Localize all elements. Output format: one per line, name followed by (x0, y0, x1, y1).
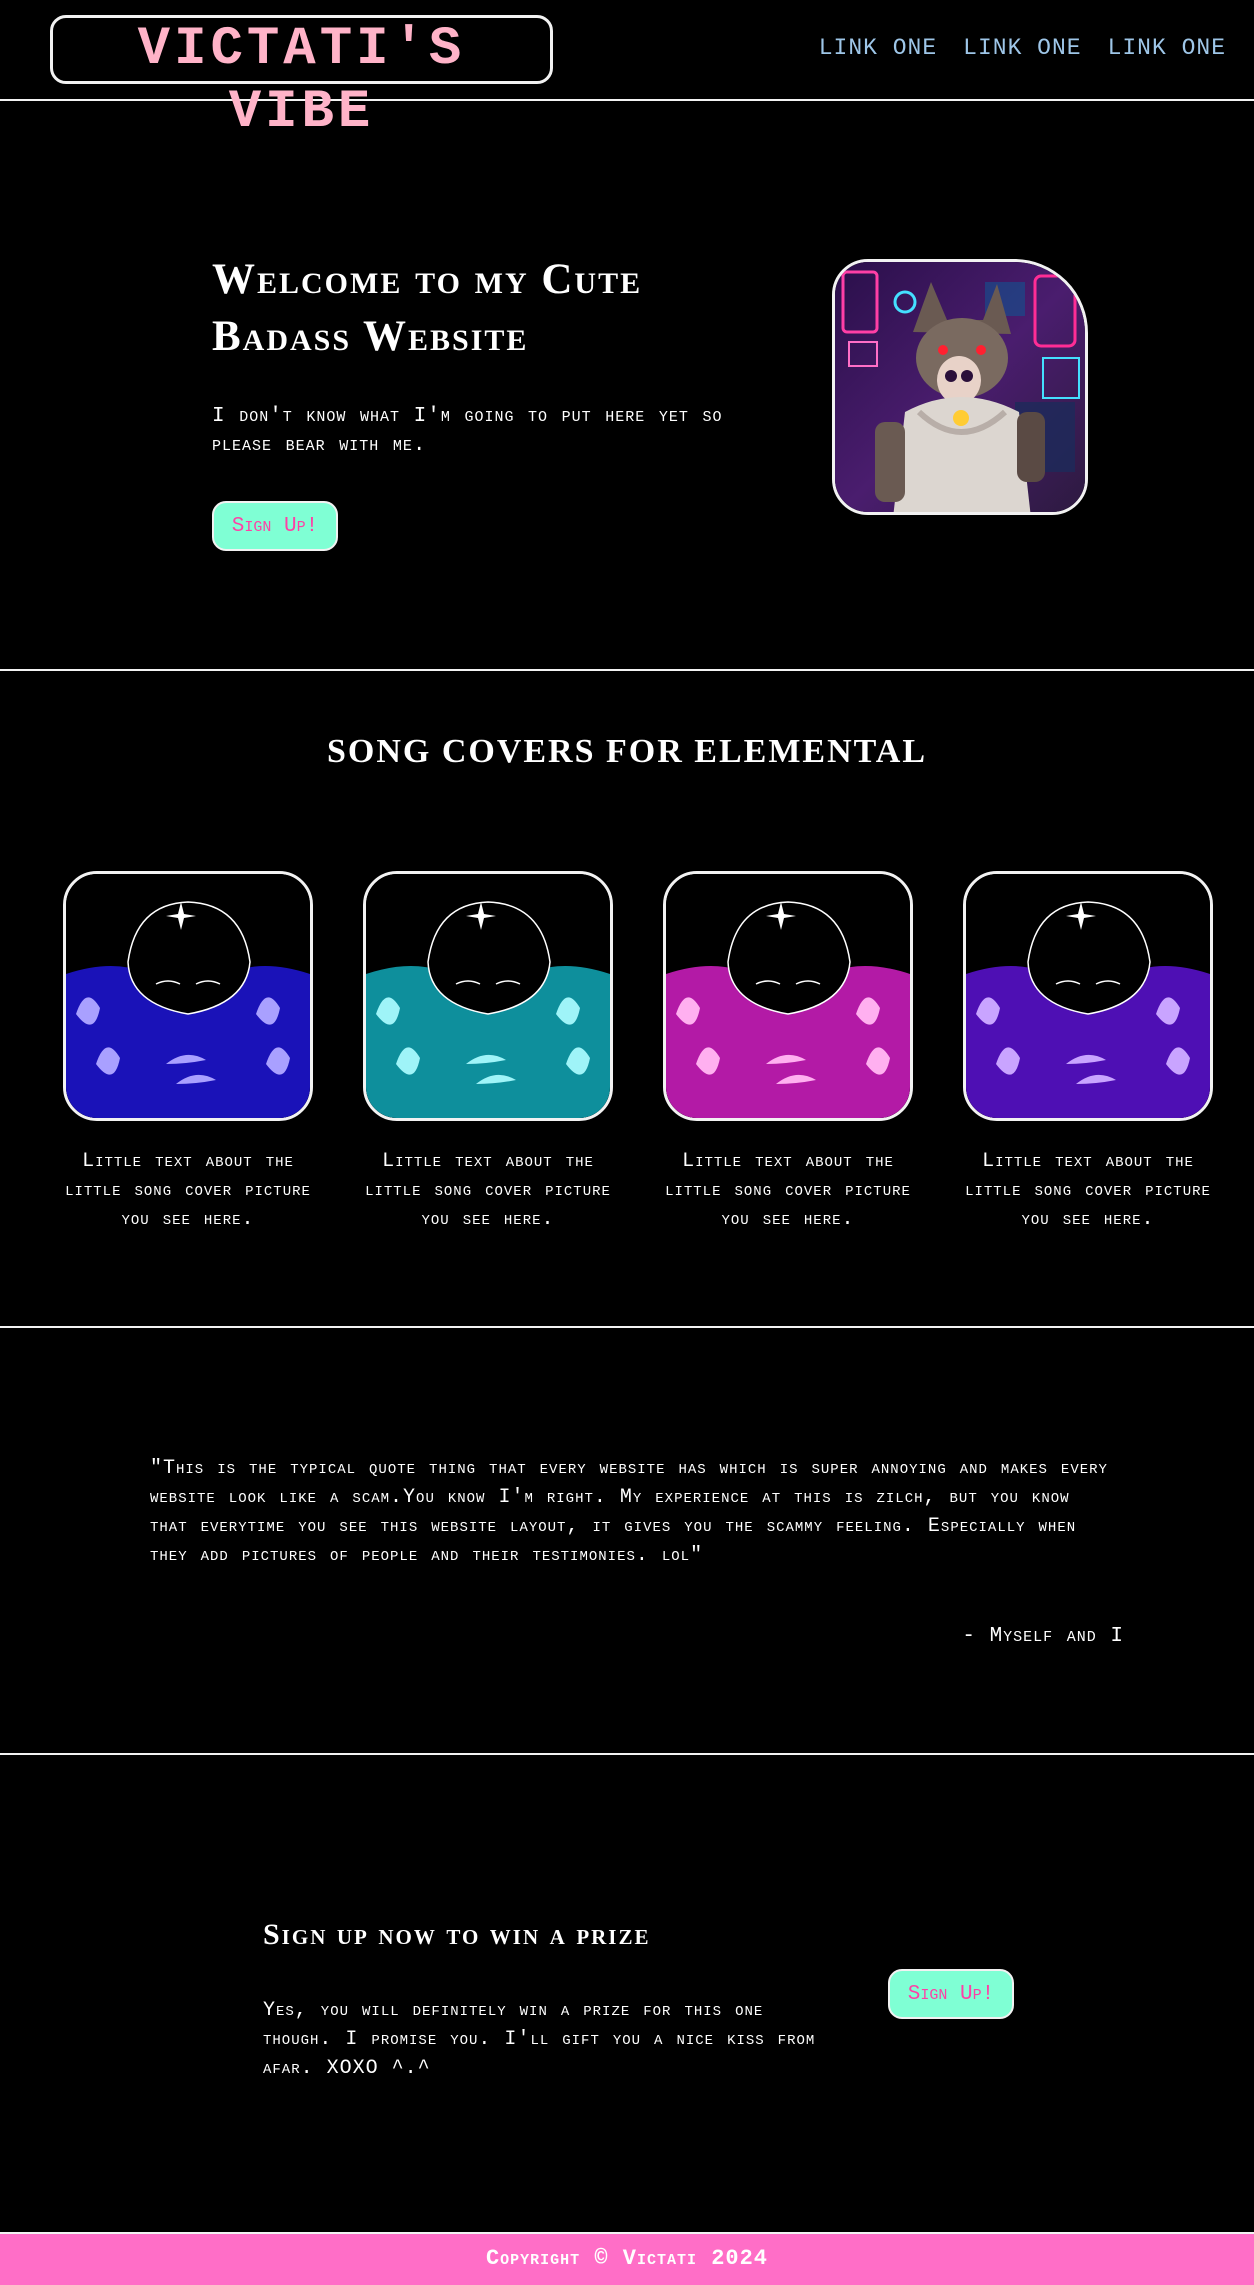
nav-link-1[interactable]: LINK ONE (819, 35, 937, 61)
signup-title: Sign up now to win a prize (263, 1918, 651, 1951)
cover-card-3[interactable]: Little text about the little song cover … (663, 871, 913, 1234)
hero-text: I don't know what I'm going to put here … (212, 405, 723, 457)
cover-image-3[interactable] (663, 871, 913, 1121)
cover-caption-4: Little text about the little song cover … (965, 1150, 1211, 1231)
covers-title: SONG COVERS FOR ELEMENTAL (326, 733, 928, 770)
nav-link-2[interactable]: LINK ONE (963, 35, 1081, 61)
main-nav: LINK ONE LINK ONE LINK ONE (819, 35, 1226, 61)
signup-section: Sign up now to win a prize Yes, you will… (0, 1755, 1254, 2232)
signup-button[interactable]: Sign Up! (888, 1969, 1014, 2019)
cover-caption-3: Little text about the little song cover … (665, 1150, 911, 1231)
song-covers-section: SONG COVERS FOR ELEMENTAL Little text ab… (0, 671, 1254, 1328)
testimonial-quote: "This is the typical quote thing that ev… (150, 1457, 1108, 1567)
cover-card-1[interactable]: Little text about the little song cover … (63, 871, 313, 1234)
testimonial-section: "This is the typical quote thing that ev… (0, 1328, 1254, 1755)
hero-section: Welcome to my Cute Badass Website I don'… (0, 101, 1254, 671)
nav-link-3[interactable]: LINK ONE (1108, 35, 1226, 61)
testimonial-author: - Myself and I (962, 1625, 1124, 1648)
site-footer: Copyright © Victati 2024 (0, 2232, 1254, 2285)
cover-card-2[interactable]: Little text about the little song cover … (363, 871, 613, 1234)
hero-title: Welcome to my Cute Badass Website (212, 256, 643, 360)
cover-image-4[interactable] (963, 871, 1213, 1121)
cover-caption-1: Little text about the little song cover … (65, 1150, 311, 1231)
site-logo[interactable]: VICTATI'S VIBE (50, 15, 553, 143)
cover-image-1[interactable] (63, 871, 313, 1121)
hero-avatar-image (832, 259, 1088, 515)
hero-signup-button[interactable]: Sign Up! (212, 501, 338, 551)
site-header: VICTATI'S VIBE LINK ONE LINK ONE LINK ON… (0, 0, 1254, 143)
cover-caption-2: Little text about the little song cover … (365, 1150, 611, 1231)
cover-image-2[interactable] (363, 871, 613, 1121)
signup-text: Yes, you will definitely win a prize for… (263, 1999, 816, 2080)
cover-card-4[interactable]: Little text about the little song cover … (963, 871, 1213, 1234)
